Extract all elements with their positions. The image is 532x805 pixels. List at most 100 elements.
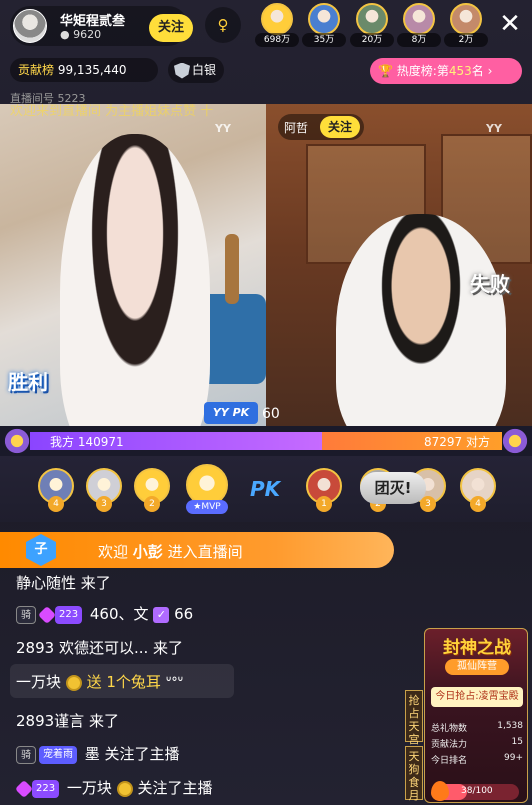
- audience-avatar[interactable]: 698万: [255, 3, 299, 47]
- audience-face: [308, 3, 340, 35]
- audience-contribution: 698万: [255, 33, 299, 47]
- left-contributor-rank: 4: [48, 496, 64, 512]
- chat-number: 66: [174, 605, 194, 623]
- chat-message: 2893 欢德还可以... 来了: [16, 639, 184, 657]
- right-contributor-rank: 1: [316, 496, 332, 512]
- shield-icon: [174, 62, 190, 79]
- event-stat-power: 贡献法力 15: [431, 737, 523, 750]
- contribution-value: 99,135,440: [57, 63, 127, 77]
- welcome-user[interactable]: 小彭: [133, 543, 163, 561]
- event-camp: 孤仙阵营: [445, 659, 509, 675]
- audience-avatar[interactable]: 8万: [397, 3, 441, 47]
- event-stat-label: 贡献法力: [431, 740, 468, 750]
- event-panel[interactable]: 封神之战 孤仙阵营 今日抢占:凌霄宝殿 总礼物数 1,538 贡献法力 15 今日排…: [424, 628, 528, 803]
- chat-message: 223 一万块 关注了主播: [14, 777, 213, 798]
- opponent-person: [336, 214, 506, 426]
- wipe-out-badge: 团灭!: [360, 472, 426, 504]
- pk-text: PK: [250, 477, 281, 501]
- event-stat-value: 1,538: [497, 721, 523, 731]
- left-contributor-rank: 2: [144, 496, 160, 512]
- level-badge: 223: [32, 779, 60, 798]
- chat-message: 骑 223 460、文 ✓ 66: [16, 603, 193, 624]
- heart-icon: [37, 605, 57, 624]
- host-video-stream[interactable]: YY 胜利: [0, 104, 266, 426]
- guitar-shape: [225, 234, 239, 304]
- opponent-info[interactable]: 阿哲 关注: [278, 114, 364, 140]
- pk-score-bar: 我方 140971 87297 对方: [0, 426, 532, 456]
- heat-ranking-button[interactable]: 🏆 热度榜:第453名 ›: [370, 58, 522, 84]
- event-stat-label: 今日排名: [431, 756, 468, 766]
- gift-sender[interactable]: 一万块: [16, 673, 61, 691]
- right-contributor-rank: 4: [470, 496, 486, 512]
- audience-contribution: 35万: [302, 33, 346, 47]
- knight-badge: 骑: [16, 745, 36, 764]
- bunny-ears-icon: ᐡᐤᐡ: [165, 673, 184, 691]
- event-stat-value: 99+: [504, 753, 523, 763]
- user-badge-icon: 子: [26, 534, 56, 566]
- chat-text: 460、文: [89, 605, 149, 623]
- audience-avatar[interactable]: 20万: [350, 3, 394, 47]
- pk-left-score: 我方 140971: [50, 433, 124, 450]
- side-tab-sky-dog[interactable]: 天狗食月: [405, 746, 423, 802]
- pk-timer: 60: [262, 406, 280, 422]
- opponent-name: 阿哲: [284, 121, 309, 135]
- audience-face: [450, 3, 482, 35]
- right-contributor-rank: 3: [420, 496, 436, 512]
- host-avatar[interactable]: [13, 9, 47, 43]
- rank-badge-label: 白银: [192, 63, 217, 77]
- event-today: 今日抢占:凌霄宝殿: [431, 687, 523, 707]
- close-icon[interactable]: ✕: [494, 8, 526, 40]
- person-icon: ●: [60, 28, 70, 41]
- win-badge: 胜利: [8, 370, 48, 394]
- welcome-prefix: 欢迎: [98, 543, 129, 561]
- pk-left-value: 140971: [77, 435, 124, 449]
- host-person: [60, 134, 210, 426]
- follow-opponent-button[interactable]: 关注: [320, 116, 360, 138]
- pk-right-value: 87297: [423, 435, 463, 449]
- yy-watermark: YY: [486, 122, 502, 135]
- heat-suffix: 名: [471, 64, 484, 78]
- heat-label: 热度榜:第: [396, 64, 449, 78]
- event-stat-label: 总礼物数: [431, 724, 468, 734]
- coin-icon: [65, 674, 82, 691]
- event-stat-rank: 今日排名 99+: [431, 753, 523, 766]
- audience-avatar[interactable]: 35万: [302, 3, 346, 47]
- audience-avatar[interactable]: 2万: [444, 3, 488, 47]
- lose-badge: 失败: [470, 272, 510, 296]
- opponent-video-stream[interactable]: YY: [266, 104, 532, 426]
- gift-message: 一万块 送 1个兔耳 ᐡᐤᐡ: [10, 664, 234, 698]
- host-fans-count: ● 9620: [60, 28, 101, 41]
- checklist-icon: ✓: [153, 606, 170, 623]
- audience-contribution: 8万: [397, 33, 441, 47]
- heart-icon: [14, 779, 34, 798]
- pk-left-label: 我方: [50, 435, 75, 449]
- yy-pk-logo: YY PK: [204, 402, 258, 424]
- side-tab-seize-heaven[interactable]: 抢占天宫: [405, 690, 423, 746]
- chat-user[interactable]: 一万块: [67, 779, 112, 797]
- audience-face: [261, 3, 293, 35]
- chat-text: 关注了主播: [137, 779, 213, 797]
- rank-badge[interactable]: 白银: [168, 57, 224, 83]
- audience-contribution: 20万: [350, 33, 394, 47]
- event-stat-gifts: 总礼物数 1,538: [431, 721, 523, 734]
- welcome-suffix: 进入直播间: [167, 543, 243, 561]
- crown-icon: [4, 426, 30, 456]
- chat-text: 墨 关注了主播: [84, 745, 180, 763]
- link-mic-icon[interactable]: ♀: [205, 7, 241, 43]
- coin-icon: [116, 780, 133, 797]
- host-info-card[interactable]: 华矩程贰叁 ● 9620 关注: [10, 6, 193, 46]
- host-name: 华矩程贰叁: [60, 14, 126, 29]
- follow-host-button[interactable]: 关注: [149, 14, 193, 42]
- audience-face: [356, 3, 388, 35]
- chat-message: 2893谨言 来了: [16, 712, 119, 730]
- pet-tag: 宠着雨: [39, 745, 77, 764]
- left-contributor-rank: 3: [96, 496, 112, 512]
- contribution-ranking[interactable]: 贡献榜 99,135,440: [10, 58, 158, 82]
- live-room-screen: 华矩程贰叁 ● 9620 关注 ♀ 698万 35万 20万 8万 2万 ✕ 贡…: [0, 0, 532, 805]
- event-progress-text: 38/100: [461, 786, 493, 796]
- contribution-label: 贡献榜: [18, 63, 55, 77]
- host-fans-value: 9620: [73, 28, 102, 41]
- yy-watermark: YY: [215, 122, 231, 135]
- welcome-banner: 子 欢迎 小彭 进入直播间: [0, 532, 394, 568]
- crown-icon: [502, 426, 528, 456]
